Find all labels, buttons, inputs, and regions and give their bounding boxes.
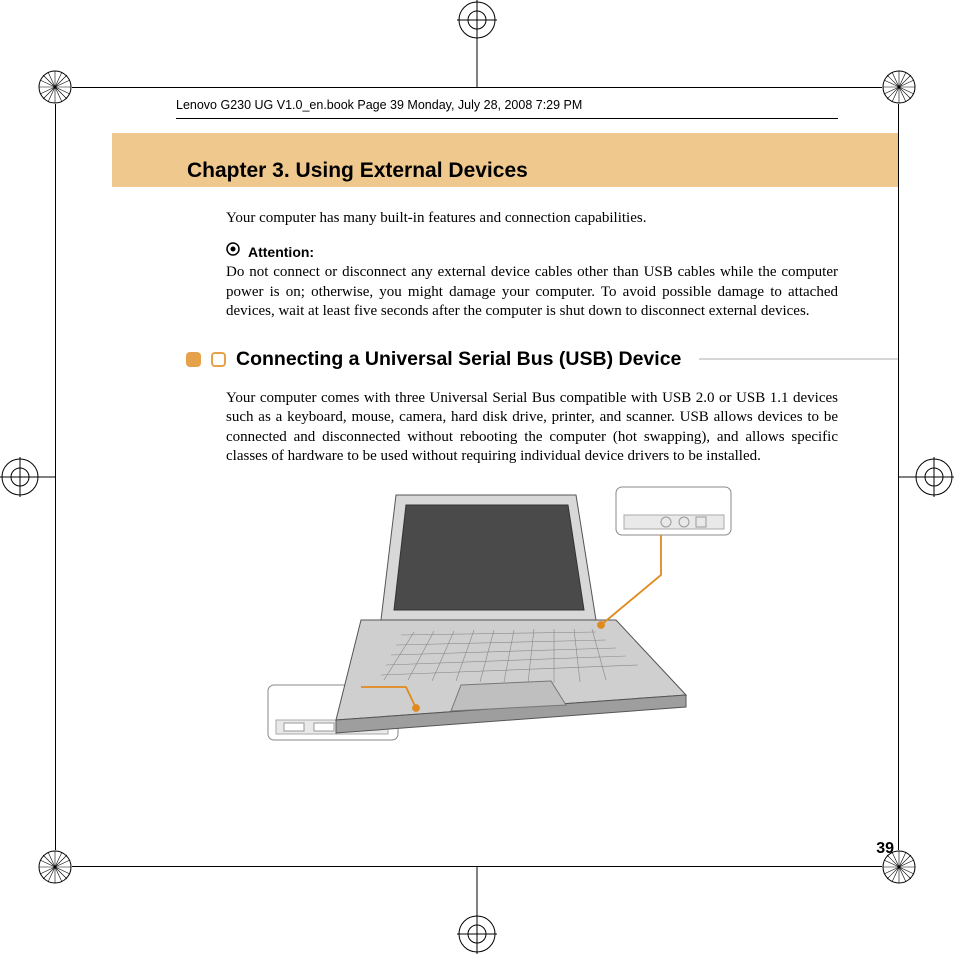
section-rule (699, 358, 898, 360)
registration-target-icon (914, 457, 954, 497)
attention-paragraph: Do not connect or disconnect any externa… (226, 263, 838, 322)
registration-target-icon (457, 0, 497, 40)
chapter-band: Chapter 3. Using External Devices (112, 133, 898, 187)
crop-line (38, 477, 56, 478)
attention-label: Attention: (248, 244, 314, 260)
registration-target-icon (457, 914, 497, 954)
attention-heading: Attention: (226, 242, 838, 261)
section-paragraph: Your computer comes with three Universal… (226, 389, 838, 467)
attention-bullet-icon (226, 242, 240, 261)
section-bullet-filled-icon (186, 352, 201, 367)
section-title: Connecting a Universal Serial Bus (USB) … (236, 348, 681, 371)
laptop-usb-figure (266, 485, 736, 745)
crop-line (477, 866, 478, 916)
document-header-meta: Lenovo G230 UG V1.0_en.book Page 39 Mond… (176, 98, 838, 112)
page-number: 39 (876, 840, 894, 858)
section-heading: Connecting a Universal Serial Bus (USB) … (186, 348, 838, 371)
page-content: Lenovo G230 UG V1.0_en.book Page 39 Mond… (56, 88, 898, 866)
chapter-title: Chapter 3. Using External Devices (187, 159, 528, 187)
registration-target-icon (0, 457, 40, 497)
crop-line (477, 38, 478, 88)
section-bullet-hollow-icon (211, 352, 226, 367)
header-rule (176, 118, 838, 119)
intro-paragraph: Your computer has many built-in features… (226, 209, 838, 228)
crop-line (898, 477, 916, 478)
